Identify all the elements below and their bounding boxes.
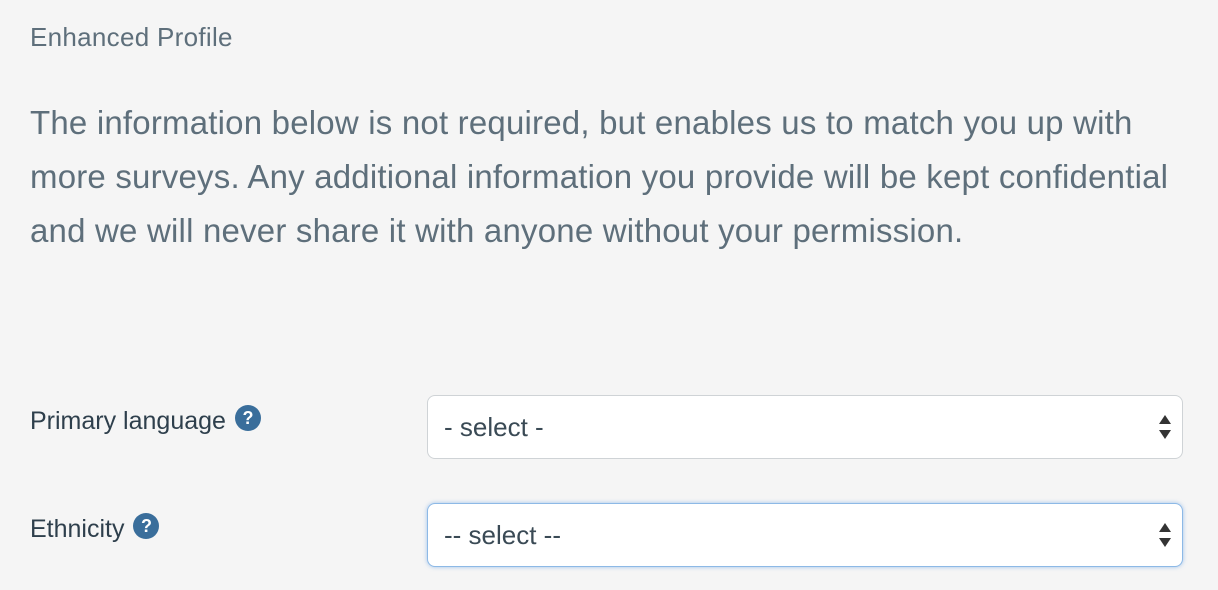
ethnicity-selected-value: -- select -- xyxy=(444,519,561,550)
primary-language-select[interactable]: - select - xyxy=(427,395,1183,459)
help-icon[interactable]: ? xyxy=(234,405,261,431)
section-title: Enhanced Profile xyxy=(30,22,233,52)
primary-language-label-group: Primary language ? xyxy=(30,404,261,438)
select-arrows-icon xyxy=(1159,415,1171,439)
select-arrows-icon xyxy=(1159,523,1171,547)
ethnicity-label-group: Ethnicity ? xyxy=(30,512,160,546)
intro-text: The information below is not required, b… xyxy=(30,104,1169,249)
primary-language-label: Primary language xyxy=(30,406,226,435)
primary-language-selected-value: - select - xyxy=(444,411,544,442)
ethnicity-label: Ethnicity xyxy=(30,514,125,543)
ethnicity-select[interactable]: -- select -- xyxy=(427,503,1183,567)
help-icon[interactable]: ? xyxy=(133,513,160,539)
